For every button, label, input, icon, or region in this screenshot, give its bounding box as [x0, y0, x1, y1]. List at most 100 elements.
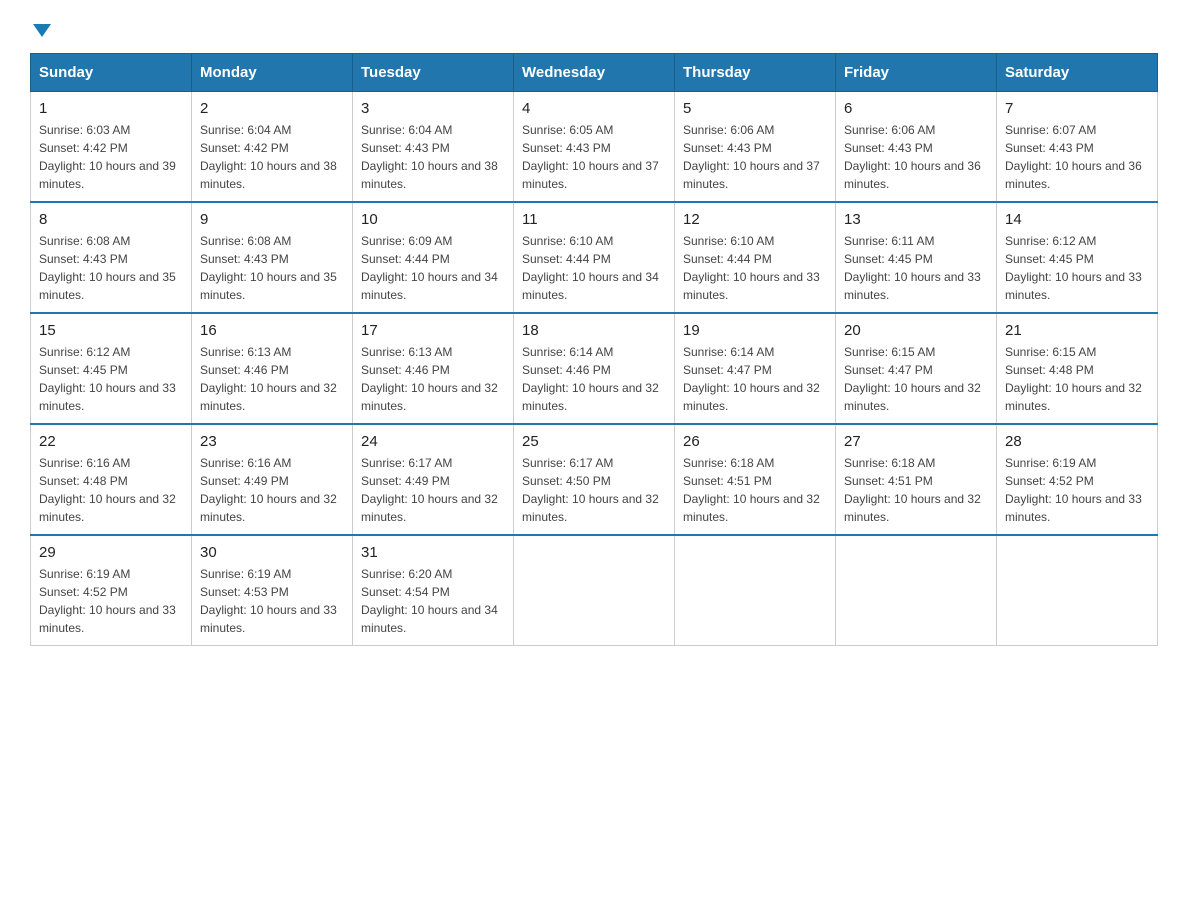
calendar-cell: 1Sunrise: 6:03 AMSunset: 4:42 PMDaylight…: [31, 92, 192, 203]
day-number: 6: [844, 100, 988, 117]
header-wednesday: Wednesday: [514, 54, 675, 92]
logo: [30, 20, 51, 33]
day-number: 14: [1005, 211, 1149, 228]
day-number: 4: [522, 100, 666, 117]
calendar-cell: 28 Sunrise: 6:19 AMSunset: 4:52 PMDayligh…: [997, 424, 1158, 535]
day-number: 24: [361, 433, 505, 450]
day-info: Sunrise: 6:17 AMSunset: 4:50 PMDaylight:…: [522, 454, 666, 526]
calendar-cell: 25 Sunrise: 6:17 AMSunset: 4:50 PMDayligh…: [514, 424, 675, 535]
day-number: 23: [200, 433, 344, 450]
day-info: Sunrise: 6:16 AMSunset: 4:48 PMDaylight:…: [39, 454, 183, 526]
calendar-week-row: 29 Sunrise: 6:19 AMSunset: 4:52 PMDayligh…: [31, 535, 1158, 646]
calendar-cell: [675, 535, 836, 646]
day-info: Sunrise: 6:16 AMSunset: 4:49 PMDaylight:…: [200, 454, 344, 526]
header-monday: Monday: [192, 54, 353, 92]
day-info: Sunrise: 6:09 AMSunset: 4:44 PMDaylight:…: [361, 232, 505, 304]
day-number: 17: [361, 322, 505, 339]
day-number: 27: [844, 433, 988, 450]
day-info: Sunrise: 6:12 AMSunset: 4:45 PMDaylight:…: [39, 343, 183, 415]
calendar-cell: 29 Sunrise: 6:19 AMSunset: 4:52 PMDayligh…: [31, 535, 192, 646]
calendar-cell: 26 Sunrise: 6:18 AMSunset: 4:51 PMDayligh…: [675, 424, 836, 535]
calendar-week-row: 1Sunrise: 6:03 AMSunset: 4:42 PMDaylight…: [31, 92, 1158, 203]
day-info: Sunrise: 6:13 AMSunset: 4:46 PMDaylight:…: [200, 343, 344, 415]
day-info: Sunrise: 6:15 AMSunset: 4:48 PMDaylight:…: [1005, 343, 1149, 415]
day-number: 30: [200, 544, 344, 561]
day-info: Sunrise: 6:14 AMSunset: 4:47 PMDaylight:…: [683, 343, 827, 415]
calendar-table: SundayMondayTuesdayWednesdayThursdayFrid…: [30, 53, 1158, 646]
day-info: Sunrise: 6:08 AMSunset: 4:43 PMDaylight:…: [39, 232, 183, 304]
day-info: Sunrise: 6:06 AMSunset: 4:43 PMDaylight:…: [683, 121, 827, 193]
calendar-cell: 24 Sunrise: 6:17 AMSunset: 4:49 PMDayligh…: [353, 424, 514, 535]
day-info: Sunrise: 6:20 AMSunset: 4:54 PMDaylight:…: [361, 565, 505, 637]
day-info: Sunrise: 6:19 AMSunset: 4:52 PMDaylight:…: [39, 565, 183, 637]
day-number: 9: [200, 211, 344, 228]
calendar-week-row: 22 Sunrise: 6:16 AMSunset: 4:48 PMDayligh…: [31, 424, 1158, 535]
day-number: 13: [844, 211, 988, 228]
day-number: 25: [522, 433, 666, 450]
day-number: 26: [683, 433, 827, 450]
day-number: 5: [683, 100, 827, 117]
calendar-cell: 17 Sunrise: 6:13 AMSunset: 4:46 PMDayligh…: [353, 313, 514, 424]
header-thursday: Thursday: [675, 54, 836, 92]
day-number: 16: [200, 322, 344, 339]
header-tuesday: Tuesday: [353, 54, 514, 92]
calendar-cell: 3Sunrise: 6:04 AMSunset: 4:43 PMDaylight…: [353, 92, 514, 203]
day-number: 12: [683, 211, 827, 228]
day-info: Sunrise: 6:06 AMSunset: 4:43 PMDaylight:…: [844, 121, 988, 193]
calendar-cell: 5 Sunrise: 6:06 AMSunset: 4:43 PMDaylight…: [675, 92, 836, 203]
calendar-cell: 9 Sunrise: 6:08 AMSunset: 4:43 PMDaylight…: [192, 202, 353, 313]
calendar-cell: 14 Sunrise: 6:12 AMSunset: 4:45 PMDayligh…: [997, 202, 1158, 313]
day-number: 21: [1005, 322, 1149, 339]
day-number: 10: [361, 211, 505, 228]
calendar-cell: 2 Sunrise: 6:04 AMSunset: 4:42 PMDaylight…: [192, 92, 353, 203]
header-sunday: Sunday: [31, 54, 192, 92]
day-info: Sunrise: 6:11 AMSunset: 4:45 PMDaylight:…: [844, 232, 988, 304]
day-info: Sunrise: 6:08 AMSunset: 4:43 PMDaylight:…: [200, 232, 344, 304]
day-info: Sunrise: 6:19 AMSunset: 4:53 PMDaylight:…: [200, 565, 344, 637]
calendar-cell: 31 Sunrise: 6:20 AMSunset: 4:54 PMDayligh…: [353, 535, 514, 646]
calendar-week-row: 8 Sunrise: 6:08 AMSunset: 4:43 PMDaylight…: [31, 202, 1158, 313]
day-number: 19: [683, 322, 827, 339]
day-info: Sunrise: 6:19 AMSunset: 4:52 PMDaylight:…: [1005, 454, 1149, 526]
calendar-cell: 10 Sunrise: 6:09 AMSunset: 4:44 PMDayligh…: [353, 202, 514, 313]
calendar-cell: 6 Sunrise: 6:06 AMSunset: 4:43 PMDaylight…: [836, 92, 997, 203]
day-number: 20: [844, 322, 988, 339]
calendar-cell: 22 Sunrise: 6:16 AMSunset: 4:48 PMDayligh…: [31, 424, 192, 535]
day-number: 22: [39, 433, 183, 450]
calendar-cell: 19 Sunrise: 6:14 AMSunset: 4:47 PMDayligh…: [675, 313, 836, 424]
day-number: 8: [39, 211, 183, 228]
page-header: [30, 20, 1158, 33]
day-number: 1: [39, 100, 183, 117]
calendar-cell: 8 Sunrise: 6:08 AMSunset: 4:43 PMDaylight…: [31, 202, 192, 313]
day-info: Sunrise: 6:14 AMSunset: 4:46 PMDaylight:…: [522, 343, 666, 415]
header-friday: Friday: [836, 54, 997, 92]
day-number: 28: [1005, 433, 1149, 450]
calendar-cell: 11 Sunrise: 6:10 AMSunset: 4:44 PMDayligh…: [514, 202, 675, 313]
day-info: Sunrise: 6:04 AMSunset: 4:42 PMDaylight:…: [200, 121, 344, 193]
calendar-cell: 12 Sunrise: 6:10 AMSunset: 4:44 PMDayligh…: [675, 202, 836, 313]
calendar-cell: 4 Sunrise: 6:05 AMSunset: 4:43 PMDaylight…: [514, 92, 675, 203]
day-info: Sunrise: 6:10 AMSunset: 4:44 PMDaylight:…: [522, 232, 666, 304]
day-number: 15: [39, 322, 183, 339]
logo-triangle-icon: [33, 24, 51, 37]
day-info: Sunrise: 6:05 AMSunset: 4:43 PMDaylight:…: [522, 121, 666, 193]
day-info: Sunrise: 6:13 AMSunset: 4:46 PMDaylight:…: [361, 343, 505, 415]
day-number: 29: [39, 544, 183, 561]
calendar-cell: 23 Sunrise: 6:16 AMSunset: 4:49 PMDayligh…: [192, 424, 353, 535]
day-number: 31: [361, 544, 505, 561]
day-info: Sunrise: 6:17 AMSunset: 4:49 PMDaylight:…: [361, 454, 505, 526]
calendar-cell: [997, 535, 1158, 646]
calendar-cell: 20Sunrise: 6:15 AMSunset: 4:47 PMDayligh…: [836, 313, 997, 424]
calendar-cell: [836, 535, 997, 646]
day-number: 11: [522, 211, 666, 228]
day-number: 3: [361, 100, 505, 117]
calendar-cell: 21 Sunrise: 6:15 AMSunset: 4:48 PMDayligh…: [997, 313, 1158, 424]
calendar-week-row: 15 Sunrise: 6:12 AMSunset: 4:45 PMDayligh…: [31, 313, 1158, 424]
calendar-cell: 30 Sunrise: 6:19 AMSunset: 4:53 PMDayligh…: [192, 535, 353, 646]
day-number: 2: [200, 100, 344, 117]
calendar-cell: 18Sunrise: 6:14 AMSunset: 4:46 PMDayligh…: [514, 313, 675, 424]
calendar-cell: 13 Sunrise: 6:11 AMSunset: 4:45 PMDayligh…: [836, 202, 997, 313]
day-info: Sunrise: 6:18 AMSunset: 4:51 PMDaylight:…: [683, 454, 827, 526]
day-info: Sunrise: 6:12 AMSunset: 4:45 PMDaylight:…: [1005, 232, 1149, 304]
day-info: Sunrise: 6:10 AMSunset: 4:44 PMDaylight:…: [683, 232, 827, 304]
